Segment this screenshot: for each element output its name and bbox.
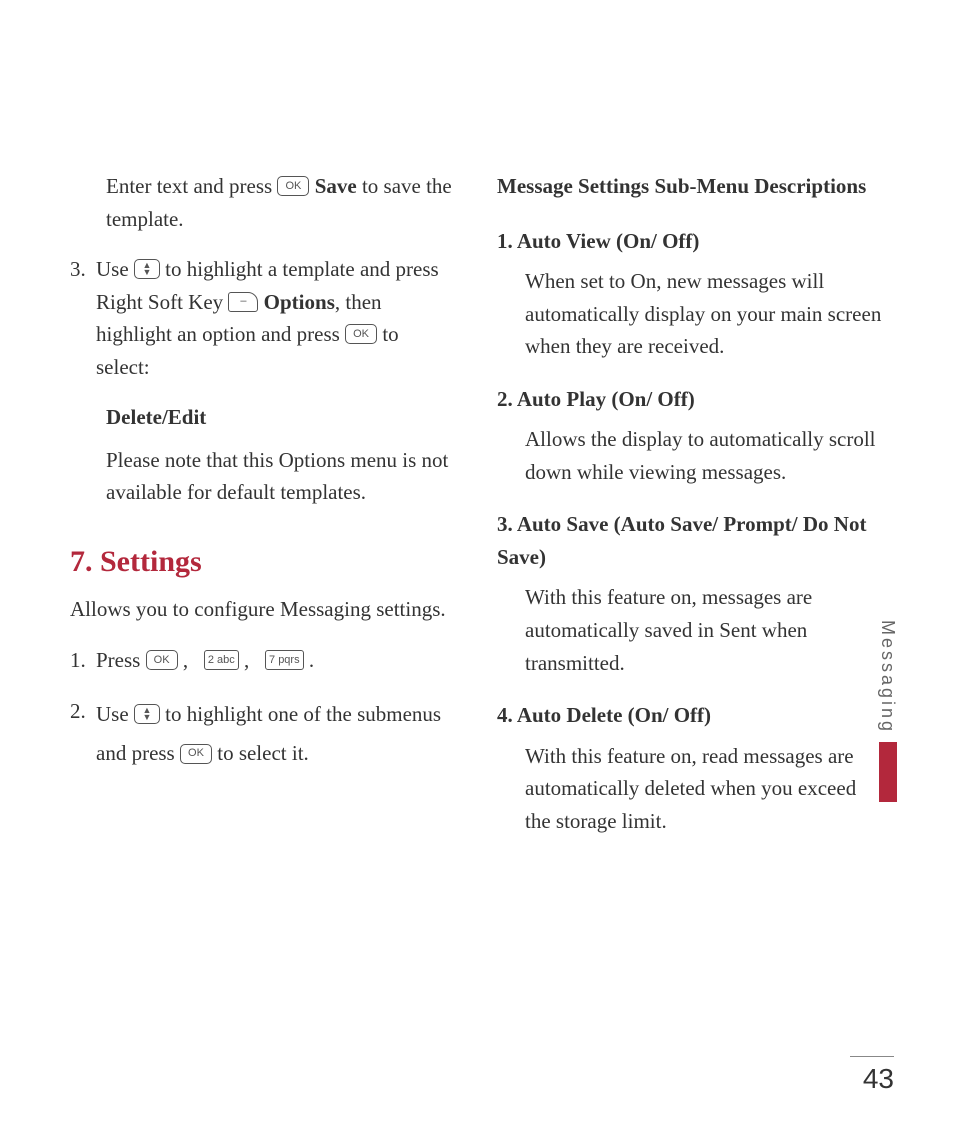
delete-edit-subhead: Delete/Edit <box>106 401 457 434</box>
text: Enter text and press <box>106 174 277 198</box>
right-column: Message Settings Sub-Menu Descriptions 1… <box>497 170 894 857</box>
text: Use <box>96 257 134 281</box>
right-soft-key-icon: – <box>228 292 258 312</box>
key-2-icon: 2 abc <box>204 650 239 670</box>
up-down-key-icon: ▲▼ <box>134 259 160 279</box>
text: Use <box>96 702 134 726</box>
text: . <box>309 648 314 672</box>
submenu-item-1: 1. Auto View (On/ Off) When set to On, n… <box>497 225 884 363</box>
intro-paragraph: Enter text and press OK Save to save the… <box>70 170 457 235</box>
text: to select it. <box>217 741 309 765</box>
step-number: 3. <box>70 253 96 383</box>
step-body: Press OK , 2 abc , 7 pqrs . <box>96 644 457 677</box>
item-title: 4. Auto Delete (On/ Off) <box>497 699 884 732</box>
item-body: Allows the display to automatically scro… <box>497 423 884 488</box>
text: , <box>244 648 260 672</box>
left-column: Enter text and press OK Save to save the… <box>60 170 457 857</box>
submenu-item-4: 4. Auto Delete (On/ Off) With this featu… <box>497 699 884 837</box>
side-tab: Messaging <box>877 620 898 802</box>
step-body: Use ▲▼ to highlight a template and press… <box>96 253 457 383</box>
ok-key-icon: OK <box>146 650 178 670</box>
step-body: Use ▲▼ to highlight one of the submenus … <box>96 695 457 775</box>
settings-step-1: 1. Press OK , 2 abc , 7 pqrs . <box>70 644 457 677</box>
submenu-item-2: 2. Auto Play (On/ Off) Allows the displa… <box>497 383 884 489</box>
text: , <box>183 648 199 672</box>
ok-key-icon: OK <box>180 744 212 764</box>
step-number: 1. <box>70 644 96 677</box>
options-label: Options <box>264 290 335 314</box>
step-number: 2. <box>70 695 96 775</box>
item-title: 3. Auto Save (Auto Save/ Prompt/ Do Not … <box>497 508 884 573</box>
section-7-title: 7. Settings <box>70 539 457 586</box>
ok-key-icon: OK <box>345 324 377 344</box>
item-body: When set to On, new messages will automa… <box>497 265 884 363</box>
submenu-heading: Message Settings Sub-Menu Descriptions <box>497 170 884 203</box>
settings-step-2: 2. Use ▲▼ to highlight one of the submen… <box>70 695 457 775</box>
side-tab-bar <box>879 742 897 802</box>
key-7-icon: 7 pqrs <box>265 650 304 670</box>
item-title: 1. Auto View (On/ Off) <box>497 225 884 258</box>
item-title: 2. Auto Play (On/ Off) <box>497 383 884 416</box>
page-number: 43 <box>850 1056 894 1095</box>
step-3: 3. Use ▲▼ to highlight a template and pr… <box>70 253 457 383</box>
save-label: Save <box>315 174 357 198</box>
section-intro: Allows you to configure Messaging settin… <box>70 593 457 626</box>
ok-key-icon: OK <box>277 176 309 196</box>
item-body: With this feature on, read messages are … <box>497 740 884 838</box>
item-body: With this feature on, messages are autom… <box>497 581 884 679</box>
side-tab-label: Messaging <box>877 620 898 734</box>
note-paragraph: Please note that this Options menu is no… <box>70 444 457 509</box>
up-down-key-icon: ▲▼ <box>134 704 160 724</box>
submenu-item-3: 3. Auto Save (Auto Save/ Prompt/ Do Not … <box>497 508 884 679</box>
text: Press <box>96 648 146 672</box>
